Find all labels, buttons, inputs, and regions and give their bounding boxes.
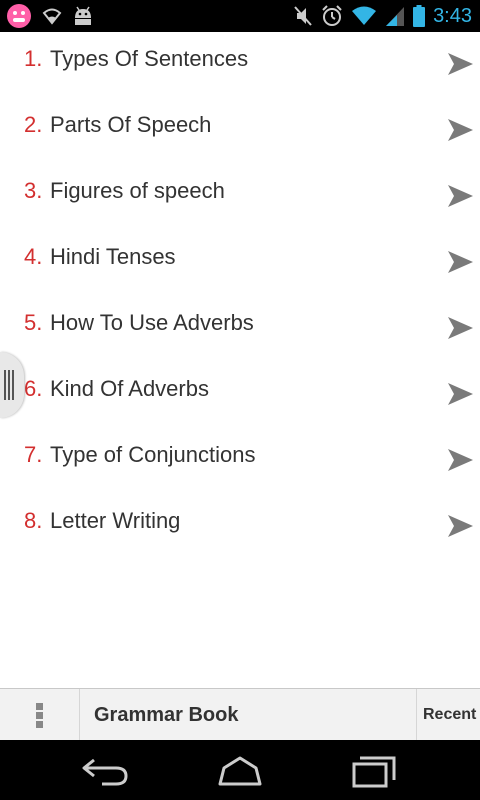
android-icon: [75, 6, 91, 25]
topic-number: 4.: [24, 244, 43, 269]
play-arrow-icon: [448, 53, 473, 75]
list-item[interactable]: 1. Types Of Sentences: [0, 32, 480, 98]
list-item[interactable]: 2. Parts Of Speech: [0, 98, 480, 164]
topic-label: Types Of Sentences: [50, 46, 249, 71]
overflow-dot: [36, 712, 43, 719]
alarm-icon: [322, 5, 342, 26]
status-left-icons: [6, 3, 94, 29]
handle-grip-icon: [4, 370, 6, 400]
bottom-action-bar: Grammar Book Recent: [0, 688, 480, 741]
list-item[interactable]: 5. How To Use Adverbs: [0, 296, 480, 362]
play-arrow-icon: [448, 449, 473, 471]
list-item[interactable]: 4. Hindi Tenses: [0, 230, 480, 296]
topic-number: 8.: [24, 508, 43, 533]
list-item[interactable]: 8. Letter Writing: [0, 494, 480, 560]
overflow-menu-button[interactable]: [0, 689, 80, 741]
status-bar: 3:43: [0, 0, 480, 32]
topic-label: Type of Conjunctions: [50, 442, 256, 467]
app-face-icon: [7, 4, 31, 28]
recent-button[interactable]: Recent: [416, 689, 480, 741]
play-arrow-icon: [448, 383, 473, 405]
navigation-bar: [0, 740, 480, 800]
overflow-dot: [36, 721, 43, 728]
signal-icon: [386, 7, 405, 26]
play-arrow-icon: [448, 119, 473, 141]
list-item[interactable]: 3. Figures of speech: [0, 164, 480, 230]
handle-grip-line: [8, 370, 10, 400]
wifi-icon: [42, 8, 62, 25]
wifi-signal-icon: [352, 6, 377, 25]
app-title: Grammar Book: [94, 704, 239, 726]
play-arrow-icon: [448, 185, 473, 207]
play-arrow-icon: [448, 515, 473, 537]
topic-label: Letter Writing: [50, 508, 181, 533]
topic-number: 7.: [24, 442, 43, 467]
topic-label: Parts Of Speech: [50, 112, 212, 137]
topic-number: 1.: [24, 46, 43, 71]
status-right-icons: 3:43: [293, 0, 472, 32]
list-item[interactable]: 6. Kind Of Adverbs: [0, 362, 480, 428]
overflow-dot: [36, 703, 43, 710]
topic-number: 2.: [24, 112, 43, 137]
list-item[interactable]: 7. Type of Conjunctions: [0, 428, 480, 494]
recent-apps-icon[interactable]: [348, 754, 400, 788]
mute-icon: [294, 6, 312, 26]
recent-label: Recent: [423, 706, 477, 723]
home-icon[interactable]: [214, 754, 266, 788]
topic-number: 5.: [24, 310, 43, 335]
handle-grip-line: [12, 370, 14, 400]
topic-number: 6.: [24, 376, 43, 401]
topic-label: Figures of speech: [50, 178, 225, 203]
status-time: 3:43: [433, 4, 472, 27]
topic-label: Kind Of Adverbs: [50, 376, 209, 401]
topic-label: Hindi Tenses: [50, 244, 176, 269]
back-icon[interactable]: [80, 754, 132, 788]
play-arrow-icon: [448, 317, 473, 339]
topic-number: 3.: [24, 178, 43, 203]
topic-label: How To Use Adverbs: [50, 310, 254, 335]
battery-icon: [413, 5, 426, 27]
play-arrow-icon: [448, 251, 473, 273]
topic-list: 1. Types Of Sentences 2. Parts Of Speech…: [0, 32, 480, 688]
